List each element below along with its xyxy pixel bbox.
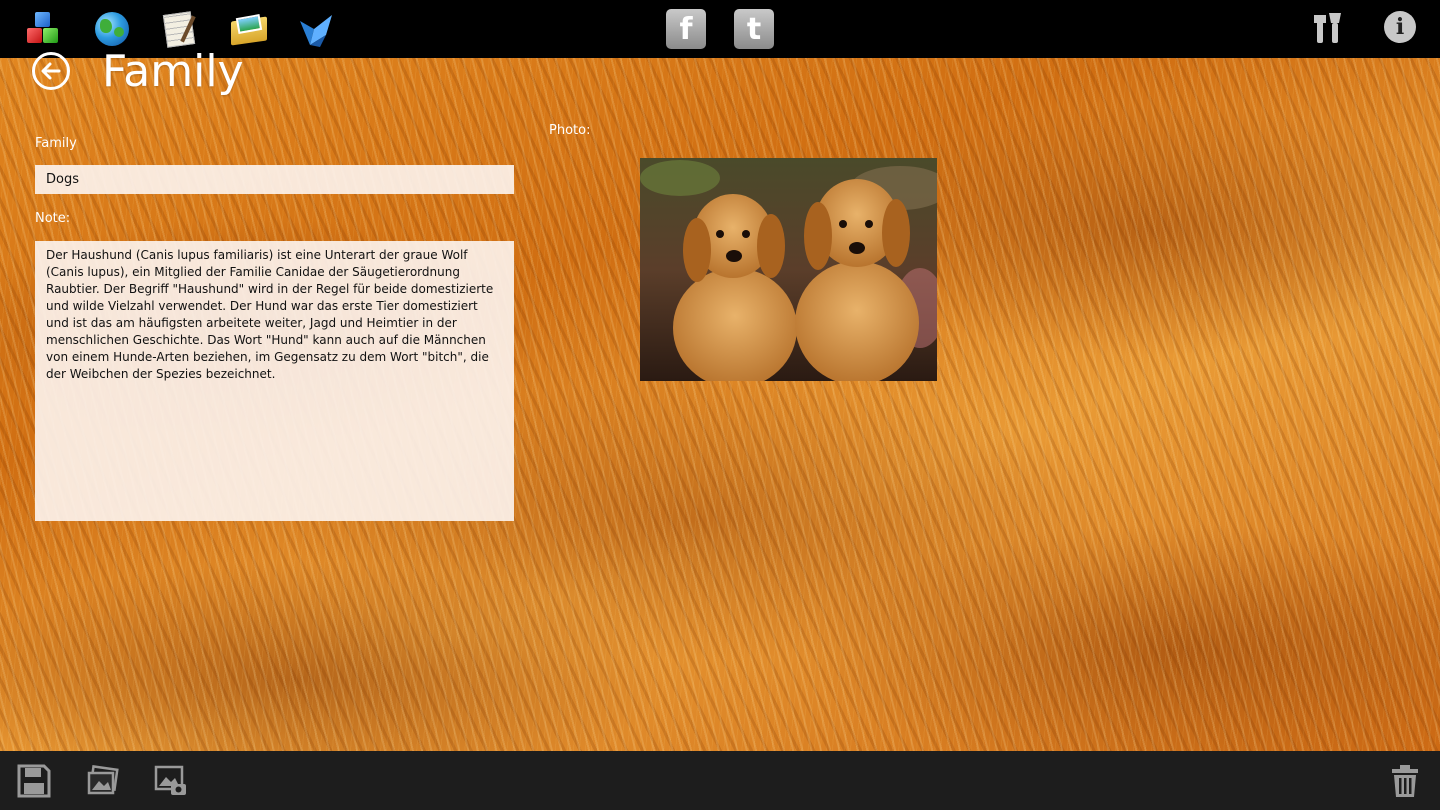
family-field[interactable]: [35, 165, 514, 194]
blocks-icon[interactable]: [24, 9, 64, 49]
save-icon[interactable]: [17, 764, 51, 798]
blocks-icon-part: [27, 28, 42, 43]
save-icon-shape: [17, 764, 51, 798]
top-right-toolbar: i: [1312, 11, 1418, 45]
photo-label: Photo:: [549, 123, 591, 138]
globe-icon-land: [114, 27, 124, 37]
trash-icon-shape: [1392, 765, 1418, 797]
tools-icon[interactable]: [1312, 11, 1346, 45]
pick-photo-icon[interactable]: [86, 764, 120, 798]
blocks-icon-part: [35, 12, 50, 27]
notepad-icon[interactable]: [160, 9, 200, 49]
bottom-app-bar: [0, 751, 1440, 810]
facebook-icon[interactable]: f: [666, 9, 706, 49]
photo-folder-icon[interactable]: [228, 9, 268, 49]
info-icon[interactable]: i: [1384, 11, 1418, 45]
note-label: Note:: [35, 211, 71, 226]
top-left-toolbar: [24, 9, 336, 49]
twitter-icon[interactable]: t: [734, 9, 774, 49]
globe-icon-land: [100, 19, 112, 33]
family-photo: [640, 158, 937, 381]
pick-photo-icon-shape: [87, 765, 119, 795]
top-center-toolbar: f t: [666, 9, 774, 49]
trash-icon[interactable]: [1389, 764, 1423, 798]
globe-icon[interactable]: [92, 9, 132, 49]
back-arrow-icon: [41, 62, 61, 80]
camera-photo-icon[interactable]: [154, 764, 188, 798]
page-title: Family: [102, 46, 244, 97]
puppies-image: [640, 158, 937, 381]
back-button[interactable]: [32, 52, 70, 90]
camera-photo-icon-shape: [154, 765, 186, 795]
family-label: Family: [35, 136, 77, 151]
info-icon-glyph: i: [1384, 11, 1416, 43]
bird-icon-shape: [300, 15, 332, 47]
tools-icon-shape: [1314, 13, 1341, 43]
note-field[interactable]: Der Haushund (Canis lupus familiaris) is…: [35, 241, 514, 521]
blocks-icon-part: [43, 28, 58, 43]
bird-icon[interactable]: [296, 9, 336, 49]
